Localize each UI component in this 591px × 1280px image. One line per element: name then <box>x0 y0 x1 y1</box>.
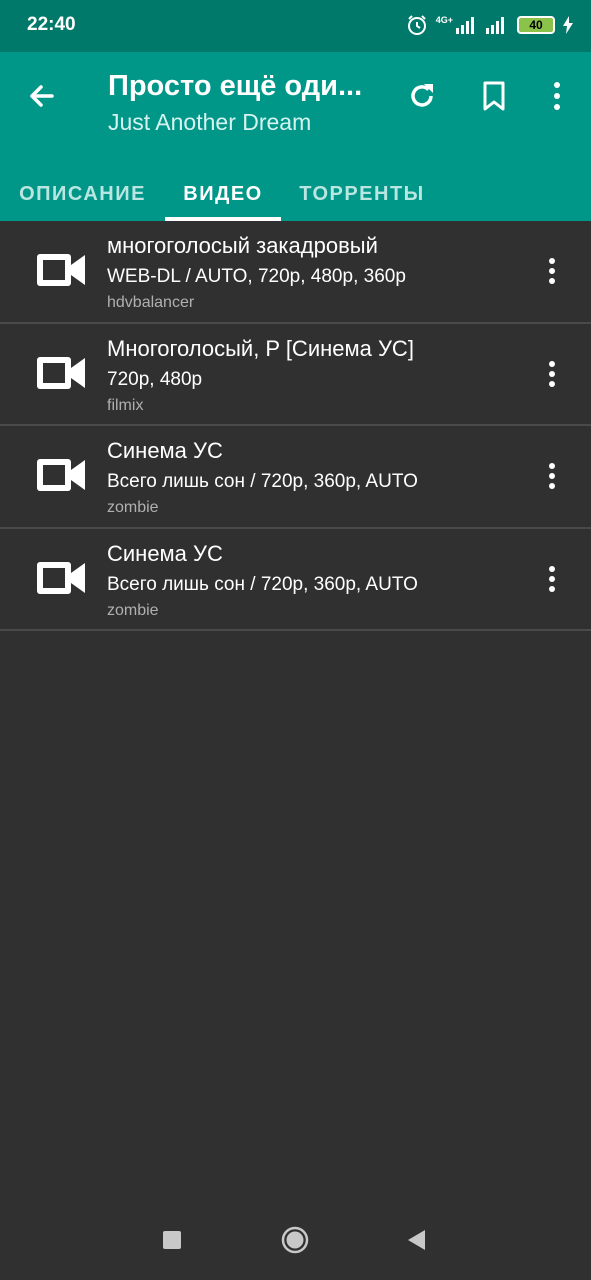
recents-button[interactable] <box>152 1220 192 1260</box>
signal-icon-2 <box>486 17 504 34</box>
signal-icon <box>456 17 474 34</box>
video-source: zombie <box>107 601 159 619</box>
tab-torrents-label: ТОРРЕНТЫ <box>299 183 425 205</box>
more-vert-icon <box>554 82 560 110</box>
circle-icon <box>281 1226 309 1254</box>
bookmark-button[interactable] <box>474 76 514 116</box>
tab-description-label: ОПИСАНИЕ <box>19 183 146 205</box>
tab-video[interactable]: ВИДЕО <box>165 168 281 221</box>
video-quality: WEB-DL / AUTO, 720p, 480p, 360p <box>107 266 406 287</box>
bookmark-icon <box>483 81 505 111</box>
more-vert-icon <box>549 258 555 284</box>
videocam-icon <box>37 459 85 491</box>
triangle-back-icon <box>408 1230 425 1250</box>
video-quality: 720p, 480p <box>107 368 203 390</box>
page-subtitle: Just Another Dream <box>108 109 312 135</box>
refresh-icon <box>411 84 433 107</box>
page-title: Просто ещё оди... <box>108 70 363 102</box>
video-quality: Всего лишь сон / 720p, 360p, AUTO <box>107 573 418 595</box>
video-source: hdvbalancer <box>107 294 195 311</box>
back-nav-button[interactable] <box>396 1220 436 1260</box>
arrow-back-icon <box>30 85 54 107</box>
list-item[interactable]: многоголосый закадровый WEB-DL / AUTO, 7… <box>0 221 591 324</box>
videocam-icon <box>37 356 85 389</box>
item-menu-button[interactable] <box>537 456 567 496</box>
tab-description[interactable]: ОПИСАНИЕ <box>0 168 165 221</box>
battery-icon: 40 <box>517 16 555 34</box>
overflow-menu-button[interactable] <box>537 76 577 116</box>
app-bar: Просто ещё оди... Just Another Dream ОПИ… <box>0 52 591 221</box>
item-menu-button[interactable] <box>537 251 567 291</box>
more-vert-icon <box>549 360 555 387</box>
refresh-button[interactable] <box>402 76 442 116</box>
square-icon <box>163 1231 181 1249</box>
status-bar: 22:40 4G+ 40 <box>0 0 591 52</box>
item-menu-button[interactable] <box>537 354 567 394</box>
tab-video-label: ВИДЕО <box>183 183 263 205</box>
status-icons: 4G+ 40 <box>406 12 573 38</box>
back-button[interactable] <box>22 76 62 116</box>
item-menu-button[interactable] <box>537 559 567 599</box>
video-title: Многоголосый, P [Синема УС] <box>107 335 414 361</box>
tab-bar: ОПИСАНИЕ ВИДЕО ТОРРЕНТЫ <box>0 168 591 221</box>
video-title: многоголосый закадровый <box>107 233 378 258</box>
network-type-label: 4G+ <box>435 15 453 25</box>
status-time: 22:40 <box>27 14 76 35</box>
video-list: многоголосый закадровый WEB-DL / AUTO, 7… <box>0 221 591 631</box>
list-item[interactable]: Синема УС Всего лишь сон / 720p, 360p, A… <box>0 529 591 631</box>
list-item[interactable]: Многоголосый, P [Синема УС] 720p, 480p f… <box>0 324 591 426</box>
video-quality: Всего лишь сон / 720p, 360p, AUTO <box>107 471 418 492</box>
list-item[interactable]: Синема УС Всего лишь сон / 720p, 360p, A… <box>0 426 591 529</box>
more-vert-icon <box>549 565 555 592</box>
home-button[interactable] <box>275 1220 315 1260</box>
tab-torrents[interactable]: ТОРРЕНТЫ <box>281 168 443 221</box>
video-title: Синема УС <box>107 540 223 566</box>
charging-icon <box>563 16 573 34</box>
video-source: zombie <box>107 499 159 516</box>
video-title: Синема УС <box>107 438 223 463</box>
videocam-icon <box>37 561 85 594</box>
system-nav-bar <box>0 1200 591 1280</box>
more-vert-icon <box>549 463 555 489</box>
videocam-icon <box>37 254 85 286</box>
battery-level: 40 <box>529 18 543 32</box>
video-source: filmix <box>107 396 144 414</box>
alarm-icon <box>407 15 426 35</box>
